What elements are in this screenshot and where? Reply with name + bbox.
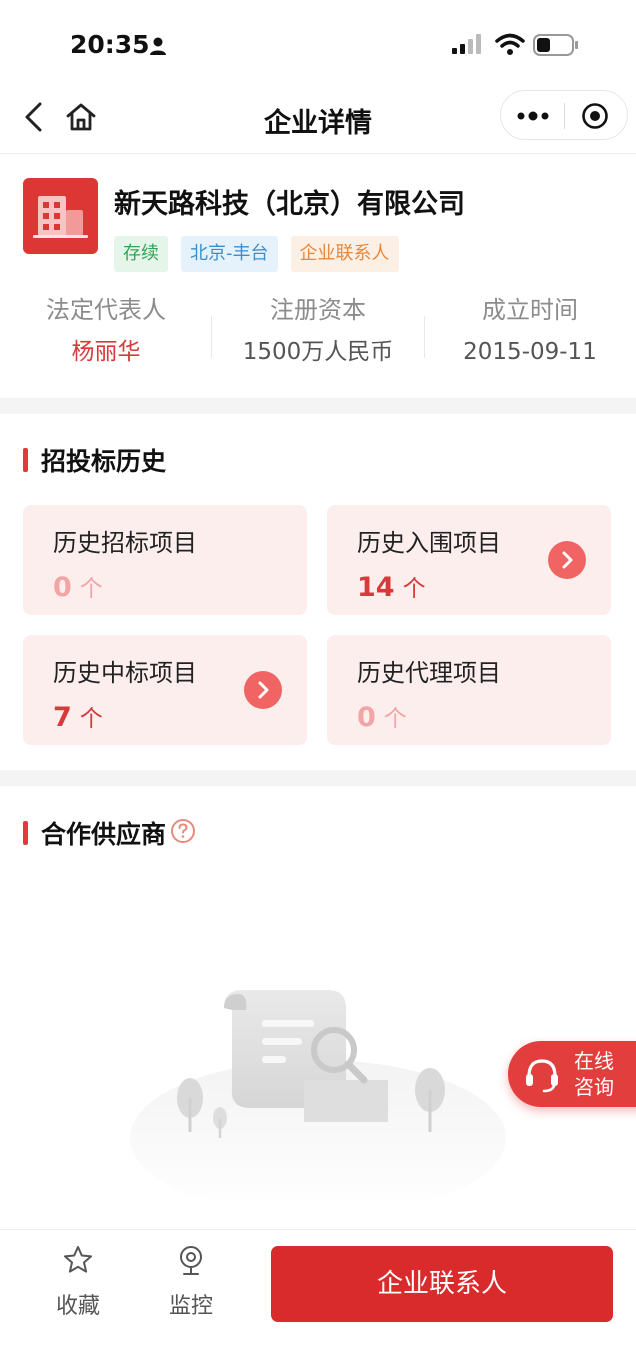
- company-name: 新天路科技（北京）有限公司: [114, 189, 465, 220]
- stat-legal-rep: 法定代表人 杨丽华: [0, 290, 212, 374]
- card-label: 历史入围项目: [357, 529, 501, 557]
- mini-program-capsule: [500, 90, 628, 140]
- favorite-button[interactable]: 收藏: [38, 1244, 118, 1320]
- capsule-divider: [564, 103, 565, 129]
- more-icon[interactable]: [515, 102, 551, 130]
- consult-label: 在线 咨询: [574, 1048, 634, 1100]
- card-count: 0个: [53, 569, 103, 603]
- online-consult-button[interactable]: 在线 咨询: [508, 1041, 636, 1107]
- status-bar: 20:35: [0, 0, 636, 88]
- consult-label-line2: 咨询: [574, 1075, 614, 1099]
- consult-label-line1: 在线: [574, 1049, 614, 1073]
- company-logo: [23, 178, 98, 254]
- card-history-shortlist[interactable]: 历史入围项目 14 个: [327, 505, 611, 615]
- nav-bar: 企业详情: [0, 88, 636, 154]
- battery-icon: [533, 34, 579, 60]
- close-target-icon[interactable]: [581, 102, 609, 130]
- bottom-action-bar: 收藏 监控 企业联系人: [0, 1229, 636, 1357]
- card-count: 0个: [357, 699, 407, 733]
- card-count: 14 个: [357, 569, 426, 603]
- section-divider: [0, 770, 636, 786]
- section-divider: [0, 398, 636, 414]
- card-history-won[interactable]: 历史中标项目 7个: [23, 635, 307, 745]
- favorite-label: 收藏: [55, 1294, 100, 1319]
- card-history-agency: 历史代理项目 0个: [327, 635, 611, 745]
- card-number: 7: [53, 702, 72, 733]
- card-label: 历史代理项目: [357, 659, 501, 687]
- signal-icon: [452, 33, 486, 59]
- star-icon: [38, 1244, 118, 1276]
- section-accent-bar: [23, 448, 28, 472]
- stat-founded: 成立时间 2015-09-11: [424, 290, 636, 374]
- card-history-tender: 历史招标项目 0个: [23, 505, 307, 615]
- card-number: 0: [53, 572, 72, 603]
- camera-icon: [151, 1244, 231, 1276]
- company-tags: 存续 北京-丰台 企业联系人: [114, 236, 399, 272]
- chevron-right-icon[interactable]: [548, 541, 586, 579]
- stat-label: 注册资本: [270, 296, 366, 324]
- person-icon: [148, 36, 168, 60]
- contact-badge: 企业联系人: [290, 236, 399, 272]
- stat-label: 法定代表人: [46, 296, 166, 324]
- section-title-suppliers: 合作供应商: [23, 816, 196, 850]
- section-title-bid-history: 招投标历史: [23, 443, 166, 477]
- section-title-text: 合作供应商: [41, 820, 167, 849]
- card-unit: 个: [402, 576, 426, 602]
- region-badge: 北京-丰台: [181, 236, 278, 272]
- card-count: 7个: [53, 699, 103, 733]
- card-unit: 个: [383, 706, 407, 732]
- stat-value[interactable]: 杨丽华: [0, 330, 212, 374]
- headset-icon: [522, 1054, 562, 1094]
- stat-label: 成立时间: [482, 296, 578, 324]
- section-title-text: 招投标历史: [41, 447, 167, 476]
- stat-value: 2015-09-11: [463, 339, 597, 365]
- wifi-icon: [495, 32, 525, 60]
- card-number: 14: [357, 572, 395, 603]
- company-stats: 法定代表人 杨丽华 注册资本 1500万人民币 成立时间 2015-09-11: [0, 290, 636, 380]
- section-accent-bar: [23, 821, 28, 845]
- building-icon: [33, 196, 88, 238]
- chevron-right-icon[interactable]: [244, 671, 282, 709]
- card-unit: 个: [79, 576, 103, 602]
- stat-value: 1500万人民币: [242, 339, 394, 365]
- monitor-button[interactable]: 监控: [151, 1244, 231, 1320]
- stat-capital: 注册资本 1500万人民币: [212, 290, 424, 374]
- status-badge: 存续: [114, 236, 168, 272]
- company-contact-button[interactable]: 企业联系人: [271, 1246, 613, 1322]
- status-time: 20:35: [70, 30, 150, 59]
- monitor-label: 监控: [168, 1294, 213, 1319]
- card-unit: 个: [79, 706, 103, 732]
- empty-state-illustration: [128, 980, 508, 1216]
- help-icon[interactable]: [170, 818, 196, 848]
- card-label: 历史中标项目: [53, 659, 197, 687]
- card-number: 0: [357, 702, 376, 733]
- card-label: 历史招标项目: [53, 529, 197, 557]
